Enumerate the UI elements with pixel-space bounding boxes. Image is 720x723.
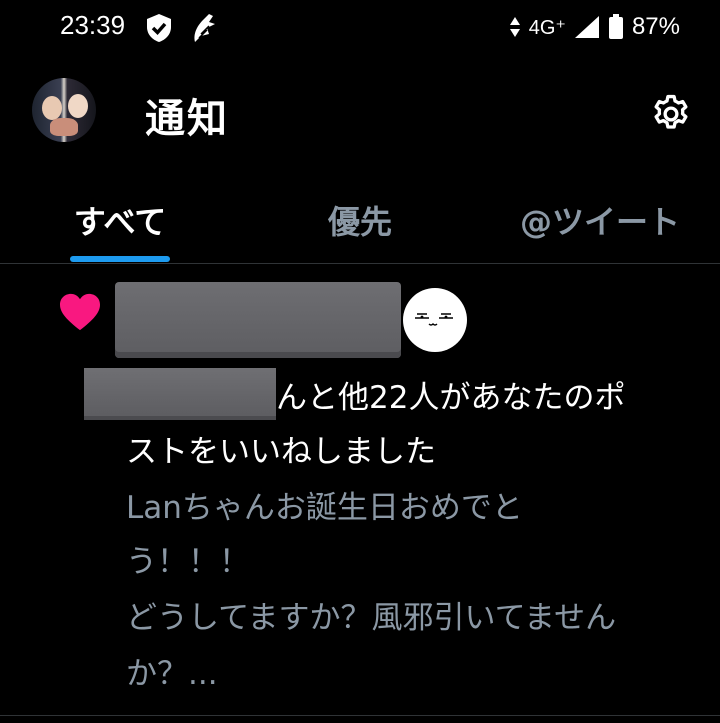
notification-text-line1: んと他22人があなたのポ (276, 380, 626, 416)
network-type: 4G⁺ (528, 16, 566, 39)
active-tab-indicator (70, 256, 170, 262)
avatar-face-right (68, 94, 88, 118)
sleepy-face-icon (415, 313, 453, 326)
tab-priority[interactable]: 優先 (280, 180, 440, 260)
gear-icon[interactable] (649, 92, 693, 136)
notification-text-line2: ストをいいねしました (126, 434, 436, 470)
avatar-face-left (42, 96, 62, 120)
avatar-heart-hands (50, 118, 78, 136)
tab-all[interactable]: すべて (40, 180, 200, 260)
status-bar: 23:39 4G⁺ 87% (0, 0, 720, 56)
post-preview-line2: う！！！ (126, 544, 250, 580)
page-title: 通知 (145, 96, 229, 142)
post-preview-line1: Lanちゃんお誕生日おめでと (126, 490, 523, 526)
notification-divider (0, 715, 720, 716)
profile-avatar[interactable] (32, 78, 96, 142)
liker-avatar[interactable] (403, 288, 467, 352)
redacted-avatar-block (115, 282, 401, 358)
battery-icon (608, 14, 623, 39)
shield-check-icon (147, 14, 171, 42)
signal-icon (574, 16, 599, 38)
tab-mentions[interactable]: @ツイート (500, 180, 700, 260)
status-right: 4G⁺ 87% (509, 13, 680, 41)
post-preview-line4: か？... (126, 656, 218, 692)
heart-icon (60, 293, 100, 331)
app-header: 通知 (0, 56, 720, 166)
status-left-icons (145, 12, 217, 44)
notification-tabs: すべて 優先 @ツイート (0, 180, 720, 264)
notification-item[interactable]: んと他22人があなたのポ ストをいいねしました Lanちゃんお誕生日おめでと う… (0, 264, 720, 704)
post-preview-line3: どうしてますか？風邪引いてません (126, 600, 617, 636)
battery-percent: 87% (631, 13, 680, 40)
bird-icon (194, 14, 215, 42)
redacted-liker-name (84, 368, 276, 420)
data-arrows-icon (509, 17, 520, 37)
status-time: 23:39 (60, 10, 126, 40)
